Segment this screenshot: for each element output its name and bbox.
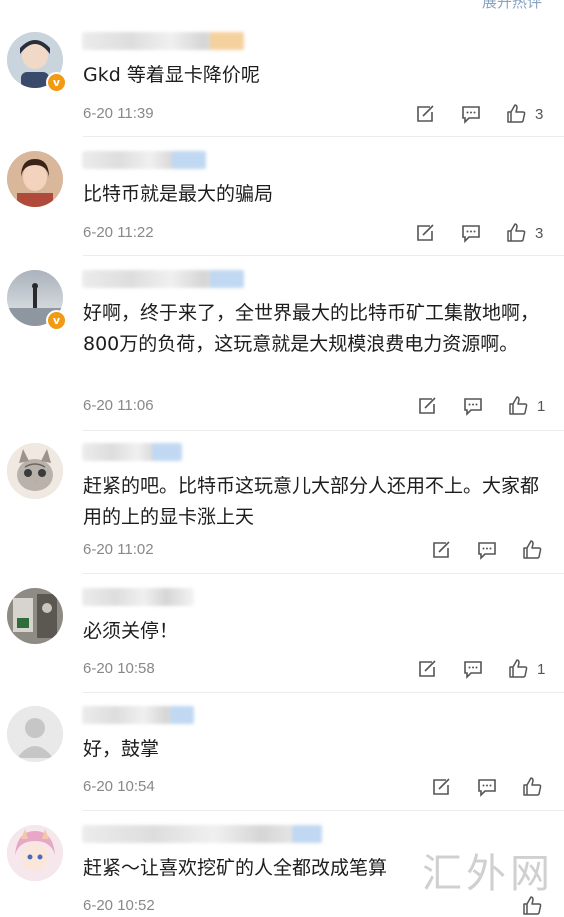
username-blurred[interactable] (82, 706, 194, 724)
like-count: 3 (535, 105, 544, 123)
avatar[interactable] (7, 706, 63, 762)
repost-icon (417, 224, 434, 241)
comment-text: Gkd 等着显卡降价呢 (83, 64, 260, 86)
comment-text: 好啊，终于来了，全世界最大的比特币矿工集散地啊，800万的负荷，这玩意就是大规模… (83, 302, 540, 355)
verified-badge-icon: v (46, 72, 67, 93)
divider (83, 136, 564, 137)
repost-icon (433, 541, 450, 558)
username-blurred[interactable] (82, 32, 244, 50)
like-button[interactable] (521, 776, 543, 798)
site-watermark: 汇外网 (422, 851, 554, 897)
comment-button[interactable] (462, 395, 484, 417)
comment-time: 6-20 11:06 (83, 397, 154, 414)
divider (83, 810, 564, 811)
avatar[interactable] (7, 825, 63, 881)
like-icon (509, 659, 528, 678)
repost-button[interactable] (430, 776, 452, 798)
like-count: 1 (537, 397, 546, 415)
like-icon (507, 223, 526, 242)
comment-icon (464, 398, 482, 416)
comment-button[interactable] (476, 539, 498, 561)
comment-button[interactable] (460, 222, 482, 244)
divider (83, 692, 564, 693)
comment-text: 比特币就是最大的骗局 (83, 183, 274, 205)
repost-icon (419, 397, 436, 414)
comment-icon (462, 106, 480, 124)
like-icon (509, 396, 528, 415)
like-button[interactable]: 3 (505, 103, 543, 125)
avatar[interactable] (7, 588, 63, 644)
divider (83, 255, 564, 256)
verified-badge-icon: v (46, 310, 67, 331)
repost-icon (419, 660, 436, 677)
like-icon (507, 104, 526, 123)
like-icon (523, 777, 542, 796)
like-button[interactable] (521, 539, 543, 561)
comment-icon (478, 779, 496, 797)
like-button[interactable]: 1 (507, 658, 545, 680)
repost-button[interactable] (416, 395, 438, 417)
comment-time: 6-20 11:39 (83, 105, 154, 122)
comment-icon (462, 225, 480, 243)
like-button[interactable]: 1 (507, 395, 545, 417)
comment-text: 必须关停！ (83, 620, 179, 642)
username-blurred[interactable] (82, 151, 206, 169)
comment-button[interactable] (460, 103, 482, 125)
comment-text: 好，鼓掌 (83, 738, 160, 760)
avatar[interactable] (7, 443, 63, 499)
like-count: 3 (535, 224, 544, 242)
avatar[interactable] (7, 151, 63, 207)
comment-time: 6-20 10:52 (83, 897, 155, 914)
username-blurred[interactable] (82, 825, 322, 843)
repost-button[interactable] (416, 658, 438, 680)
username-blurred[interactable] (82, 270, 244, 288)
username-blurred[interactable] (82, 588, 194, 606)
comment-icon (478, 542, 496, 560)
repost-button[interactable] (430, 539, 452, 561)
comment-button[interactable] (476, 776, 498, 798)
divider (83, 430, 564, 431)
comment-text: 赶紧的吧。比特币这玩意儿大部分人还用不上。大家都用的上的显卡涨上天 (83, 475, 540, 528)
comment-time: 6-20 10:54 (83, 778, 155, 795)
comment-time: 6-20 11:02 (83, 541, 154, 558)
like-icon (523, 540, 542, 559)
comment-time: 6-20 11:22 (83, 224, 154, 241)
repost-icon (417, 105, 434, 122)
comment-icon (464, 661, 482, 679)
repost-button[interactable] (414, 103, 436, 125)
repost-button[interactable] (414, 222, 436, 244)
expand-hot-comments-link[interactable]: 展开热评 (482, 0, 542, 12)
like-count: 1 (537, 660, 546, 678)
repost-icon (433, 778, 450, 795)
comment-time: 6-20 10:58 (83, 660, 155, 677)
comment-button[interactable] (462, 658, 484, 680)
top-bar: 展开热评 (0, 0, 564, 14)
like-button[interactable]: 3 (505, 222, 543, 244)
username-blurred[interactable] (82, 443, 182, 461)
divider (83, 573, 564, 574)
